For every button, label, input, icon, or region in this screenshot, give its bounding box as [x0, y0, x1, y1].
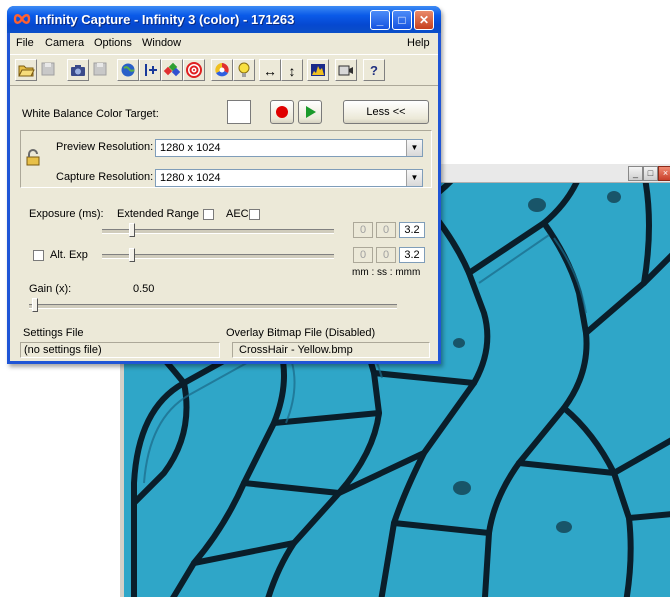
alt-exp-slider-thumb[interactable] [129, 248, 135, 262]
video-icon[interactable] [335, 59, 357, 81]
white-balance-label: White Balance Color Target: [22, 108, 159, 120]
bulb-icon[interactable] [233, 59, 255, 81]
menu-bar: File Camera Options Window Help [10, 33, 438, 52]
toolbar: ↔ ↕ ? [10, 54, 438, 86]
crosshair-add-icon[interactable] [139, 59, 161, 81]
alt-exp-seconds-field[interactable]: 0 [376, 247, 396, 263]
menu-file[interactable]: File [16, 37, 34, 49]
title-bar[interactable]: Infinity Capture - Infinity 3 (color) - … [7, 6, 441, 33]
extended-range-checkbox[interactable] [203, 209, 214, 220]
image-close-button[interactable]: × [658, 166, 670, 181]
alt-exp-milliseconds-field[interactable]: 3.2 [399, 247, 425, 263]
alt-exp-slider-track[interactable] [102, 254, 334, 259]
exposure-label: Exposure (ms): [29, 208, 104, 220]
extended-range-label: Extended Range [117, 208, 199, 220]
exposure-slider-thumb[interactable] [129, 223, 135, 237]
gain-label: Gain (x): [29, 283, 72, 295]
capture-resolution-select[interactable]: 1280 x 1024 ▼ [155, 169, 423, 187]
exposure-minutes-field[interactable]: 0 [353, 222, 373, 238]
image-minimize-button[interactable]: _ [628, 166, 643, 181]
exposure-seconds-field[interactable]: 0 [376, 222, 396, 238]
window-title: Infinity Capture - Infinity 3 (color) - … [35, 12, 295, 27]
play-button[interactable] [298, 100, 322, 124]
alt-exp-checkbox[interactable] [33, 250, 44, 261]
capture-resolution-label: Capture Resolution: [56, 171, 154, 183]
time-format-label: mm : ss : mmm [352, 267, 421, 278]
aec-label: AEC [226, 208, 249, 220]
preview-resolution-value: 1280 x 1024 [160, 142, 221, 154]
target-icon[interactable] [183, 59, 205, 81]
gain-value: 0.50 [133, 283, 155, 295]
chevron-down-icon[interactable]: ▼ [406, 140, 422, 156]
menu-options[interactable]: Options [94, 37, 132, 49]
record-button[interactable] [270, 100, 294, 124]
save-icon[interactable] [37, 59, 59, 81]
preview-resolution-select[interactable]: 1280 x 1024 ▼ [155, 139, 423, 157]
lock-icon[interactable] [24, 149, 42, 167]
gain-slider-thumb[interactable] [32, 298, 38, 312]
camera-icon[interactable] [67, 59, 89, 81]
preview-resolution-label: Preview Resolution: [56, 141, 154, 153]
color-wheel-icon[interactable] [211, 59, 233, 81]
capture-resolution-value: 1280 x 1024 [160, 172, 221, 184]
infinity-logo-icon [13, 14, 31, 24]
overlay-bitmap-label: Overlay Bitmap File (Disabled) [226, 327, 376, 339]
alt-exp-minutes-field[interactable]: 0 [353, 247, 373, 263]
open-folder-icon[interactable] [15, 59, 37, 81]
help-icon[interactable]: ? [363, 59, 385, 81]
chevron-down-icon[interactable]: ▼ [406, 170, 422, 186]
window-client-area: File Camera Options Window Help ↔ ↕ ? Wh… [10, 33, 438, 361]
alt-exp-label: Alt. Exp [50, 249, 88, 261]
exposure-slider-track[interactable] [102, 229, 334, 234]
vertical-flip-icon[interactable]: ↕ [281, 59, 303, 81]
aec-checkbox[interactable] [249, 209, 260, 220]
horizontal-flip-icon[interactable]: ↔ [259, 59, 281, 81]
exposure-milliseconds-field[interactable]: 3.2 [399, 222, 425, 238]
gain-slider-track[interactable] [29, 304, 397, 309]
maximize-button[interactable]: □ [392, 10, 412, 30]
menu-window[interactable]: Window [142, 37, 181, 49]
save-image-icon[interactable] [89, 59, 111, 81]
infinity-capture-window: Infinity Capture - Infinity 3 (color) - … [7, 6, 441, 364]
minimize-button[interactable]: _ [370, 10, 390, 30]
overlay-bitmap-field[interactable]: CrossHair - Yellow.bmp [232, 342, 430, 358]
menu-help[interactable]: Help [407, 37, 430, 49]
close-button[interactable]: ✕ [414, 10, 434, 30]
less-button[interactable]: Less << [343, 100, 429, 124]
settings-file-label: Settings File [23, 327, 84, 339]
white-balance-color-swatch[interactable] [227, 100, 251, 124]
menu-camera[interactable]: Camera [45, 37, 84, 49]
settings-file-field[interactable]: (no settings file) [20, 342, 220, 358]
histogram-icon[interactable] [307, 59, 329, 81]
color-globe-icon[interactable] [117, 59, 139, 81]
image-maximize-button[interactable]: □ [643, 166, 658, 181]
color-picker-icon[interactable] [161, 59, 183, 81]
